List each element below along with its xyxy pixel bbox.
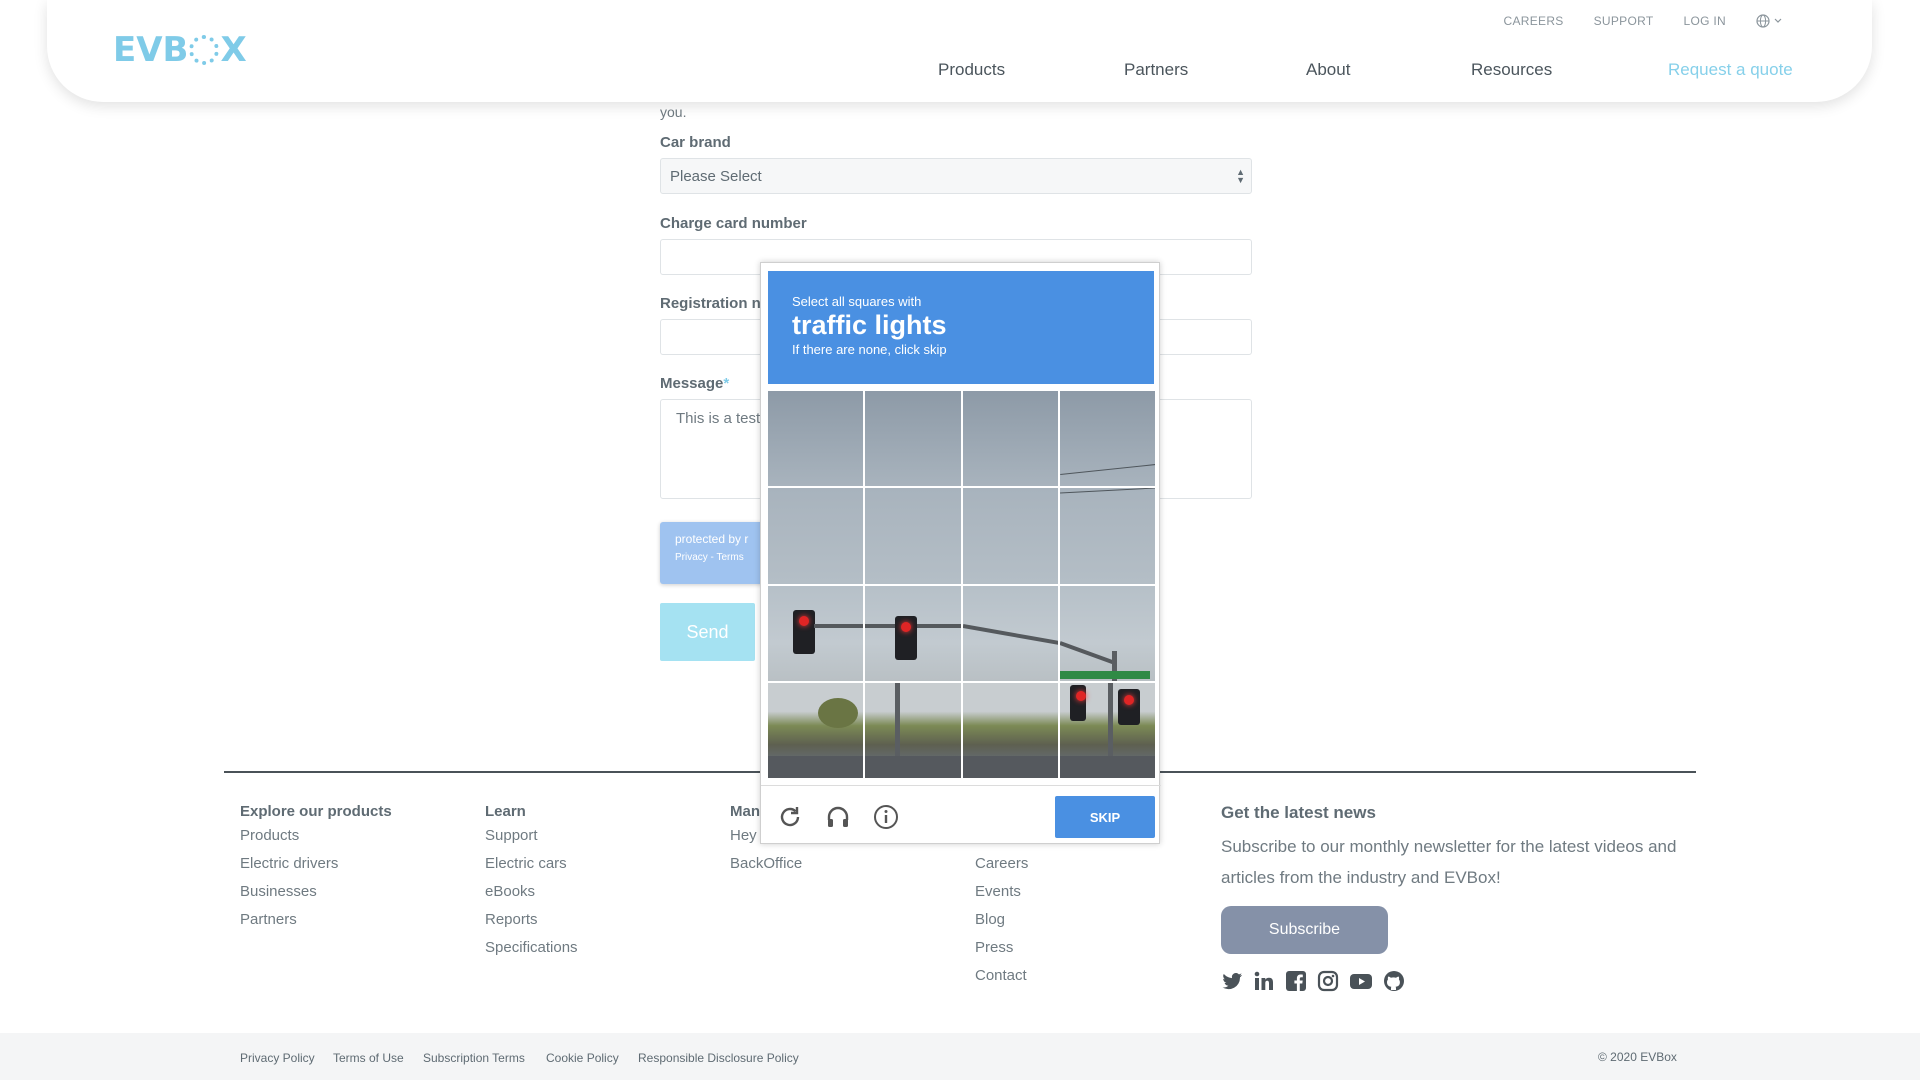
instagram-icon[interactable] bbox=[1317, 970, 1339, 992]
image-tile[interactable] bbox=[962, 585, 1058, 681]
image-tile[interactable] bbox=[1059, 488, 1155, 584]
select-arrows-icon: ▲ ▼ bbox=[1236, 167, 1245, 185]
cookie-policy-link[interactable]: Cookie Policy bbox=[546, 1051, 619, 1065]
nav-resources[interactable]: Resources bbox=[1471, 60, 1552, 80]
skip-button[interactable]: SKIP bbox=[1055, 796, 1155, 838]
terms-of-use-link[interactable]: Terms of Use bbox=[333, 1051, 404, 1065]
nav-products[interactable]: Products bbox=[938, 60, 1005, 80]
challenge-footer: SKIP bbox=[761, 785, 1161, 845]
footer-link[interactable]: Partners bbox=[240, 911, 392, 939]
privacy-policy-link[interactable]: Privacy Policy bbox=[240, 1051, 315, 1065]
footer-link[interactable]: Electric cars bbox=[485, 855, 578, 883]
newsletter-text: Subscribe to our monthly newsletter for … bbox=[1221, 837, 1677, 887]
reload-icon[interactable] bbox=[777, 804, 803, 830]
registration-label: Registration n bbox=[660, 295, 761, 312]
challenge-hint: If there are none, click skip bbox=[792, 342, 947, 357]
charge-card-label: Charge card number bbox=[660, 215, 807, 232]
image-tile[interactable] bbox=[768, 585, 864, 681]
footer-link[interactable]: Businesses bbox=[240, 883, 392, 911]
globe-icon bbox=[1756, 14, 1770, 28]
twitter-icon[interactable] bbox=[1221, 970, 1243, 992]
image-tile[interactable] bbox=[865, 488, 961, 584]
footer-link[interactable]: BackOffice bbox=[730, 855, 802, 883]
footer-link[interactable]: Electric drivers bbox=[240, 855, 392, 883]
image-tile[interactable] bbox=[768, 488, 864, 584]
newsletter-section: Get the latest news Subscribe to our mon… bbox=[1221, 803, 1691, 893]
footer-link[interactable]: Products bbox=[240, 827, 392, 855]
challenge-image-grid bbox=[768, 391, 1155, 778]
top-utility-nav: CAREERS SUPPORT LOG IN bbox=[1503, 14, 1782, 28]
newsletter-title: Get the latest news bbox=[1221, 803, 1376, 822]
image-tile[interactable] bbox=[865, 585, 961, 681]
language-selector[interactable] bbox=[1756, 14, 1782, 28]
social-links bbox=[1221, 970, 1405, 992]
image-tile[interactable] bbox=[962, 682, 1058, 778]
footer-col-learn: Learn Support Electric cars eBooks Repor… bbox=[485, 803, 578, 967]
support-link[interactable]: SUPPORT bbox=[1594, 14, 1654, 28]
image-tile[interactable] bbox=[768, 391, 864, 487]
form-intro-text: you. bbox=[660, 104, 687, 120]
linkedin-icon[interactable] bbox=[1253, 970, 1275, 992]
message-label: Message* bbox=[660, 375, 729, 392]
footer-link[interactable]: eBooks bbox=[485, 883, 578, 911]
footer-link[interactable]: Contact bbox=[975, 967, 1028, 995]
send-button[interactable]: Send bbox=[660, 603, 755, 661]
image-tile[interactable] bbox=[962, 391, 1058, 487]
footer-link[interactable]: Blog bbox=[975, 911, 1028, 939]
required-marker: * bbox=[723, 375, 730, 392]
responsible-disclosure-link[interactable]: Responsible Disclosure Policy bbox=[638, 1051, 799, 1065]
image-tile[interactable] bbox=[865, 391, 961, 487]
login-link[interactable]: LOG IN bbox=[1684, 14, 1726, 28]
footer-link[interactable]: Support bbox=[485, 827, 578, 855]
image-tile[interactable] bbox=[1059, 585, 1155, 681]
image-tile[interactable] bbox=[865, 682, 961, 778]
footer-link[interactable]: Careers bbox=[975, 855, 1028, 883]
footer-link[interactable]: Reports bbox=[485, 911, 578, 939]
recaptcha-badge-links[interactable]: Privacy - Terms bbox=[675, 552, 765, 563]
image-tile[interactable] bbox=[962, 488, 1058, 584]
footer-col-title: Explore our products bbox=[240, 803, 392, 820]
subscription-terms-link[interactable]: Subscription Terms bbox=[423, 1051, 525, 1065]
facebook-icon[interactable] bbox=[1285, 970, 1307, 992]
car-brand-select[interactable]: Please Select ▲ ▼ bbox=[660, 158, 1252, 194]
footer-link[interactable]: Events bbox=[975, 883, 1028, 911]
challenge-target: traffic lights bbox=[792, 310, 947, 340]
recaptcha-badge-text: protected by r bbox=[675, 532, 749, 546]
main-nav: Products Partners About Resources Reques… bbox=[47, 60, 1872, 84]
site-header: EVB X CAREERS SUPPORT LOG IN Products Par… bbox=[47, 0, 1872, 102]
legal-bar: Privacy Policy Terms of Use Subscription… bbox=[0, 1033, 1920, 1080]
car-brand-value: Please Select bbox=[670, 168, 762, 185]
request-quote-link[interactable]: Request a quote bbox=[1668, 60, 1793, 80]
image-tile[interactable] bbox=[768, 682, 864, 778]
footer-link[interactable]: Specifications bbox=[485, 939, 578, 967]
chevron-down-icon bbox=[1774, 18, 1782, 23]
recaptcha-challenge: Select all squares with traffic lights I… bbox=[760, 262, 1161, 845]
subscribe-button[interactable]: Subscribe bbox=[1221, 906, 1388, 954]
github-icon[interactable] bbox=[1383, 970, 1405, 992]
footer-col-company: Careers Events Blog Press Contact bbox=[975, 855, 1028, 995]
image-tile[interactable] bbox=[1059, 682, 1155, 778]
youtube-icon[interactable] bbox=[1349, 970, 1373, 992]
nav-partners[interactable]: Partners bbox=[1124, 60, 1188, 80]
challenge-header: Select all squares with traffic lights I… bbox=[768, 271, 1154, 384]
message-value: This is a test bbox=[676, 410, 761, 427]
info-icon[interactable] bbox=[873, 804, 899, 830]
audio-icon[interactable] bbox=[825, 804, 851, 830]
nav-about[interactable]: About bbox=[1306, 60, 1350, 80]
careers-link[interactable]: CAREERS bbox=[1503, 14, 1563, 28]
footer-link[interactable]: Press bbox=[975, 939, 1028, 967]
footer-col-products: Explore our products Products Electric d… bbox=[240, 803, 392, 939]
message-label-text: Message bbox=[660, 375, 724, 392]
challenge-instruction: Select all squares with bbox=[792, 294, 922, 309]
footer-col-title: Learn bbox=[485, 803, 526, 820]
car-brand-label: Car brand bbox=[660, 134, 731, 151]
image-tile[interactable] bbox=[1059, 391, 1155, 487]
copyright-text: © 2020 EVBox bbox=[1598, 1050, 1677, 1064]
